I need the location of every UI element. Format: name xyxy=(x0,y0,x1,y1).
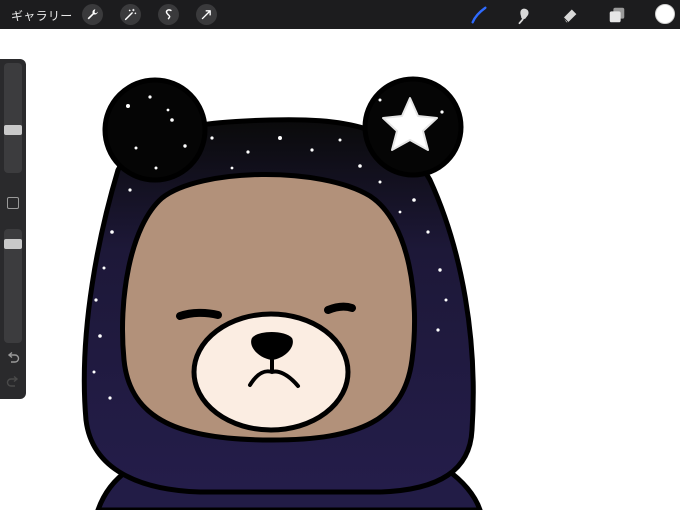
transform-arrow-icon[interactable] xyxy=(196,4,217,25)
color-picker-swatch[interactable] xyxy=(655,4,675,24)
brush-size-thumb[interactable] xyxy=(4,125,22,135)
brush-icon[interactable] xyxy=(468,4,490,26)
gallery-button[interactable]: ギャラリー xyxy=(11,7,73,24)
right-eye xyxy=(324,302,356,314)
magic-wand-icon[interactable] xyxy=(120,4,141,25)
top-toolbar: ギャラリー xyxy=(0,0,680,29)
smudge-icon[interactable] xyxy=(513,4,535,26)
modify-button[interactable] xyxy=(7,197,19,209)
opacity-thumb[interactable] xyxy=(4,239,22,249)
left-ear xyxy=(102,77,208,183)
left-eye xyxy=(176,308,222,320)
undo-icon[interactable] xyxy=(6,351,20,365)
eraser-icon[interactable] xyxy=(559,4,581,26)
wrench-icon[interactable] xyxy=(82,4,103,25)
opacity-slider[interactable] xyxy=(4,229,22,343)
side-toolbar xyxy=(0,59,26,399)
selection-icon[interactable] xyxy=(158,4,179,25)
drawing-canvas[interactable] xyxy=(27,29,680,510)
redo-icon[interactable] xyxy=(6,375,20,389)
brush-size-slider[interactable] xyxy=(4,63,22,173)
layers-icon[interactable] xyxy=(606,4,628,26)
